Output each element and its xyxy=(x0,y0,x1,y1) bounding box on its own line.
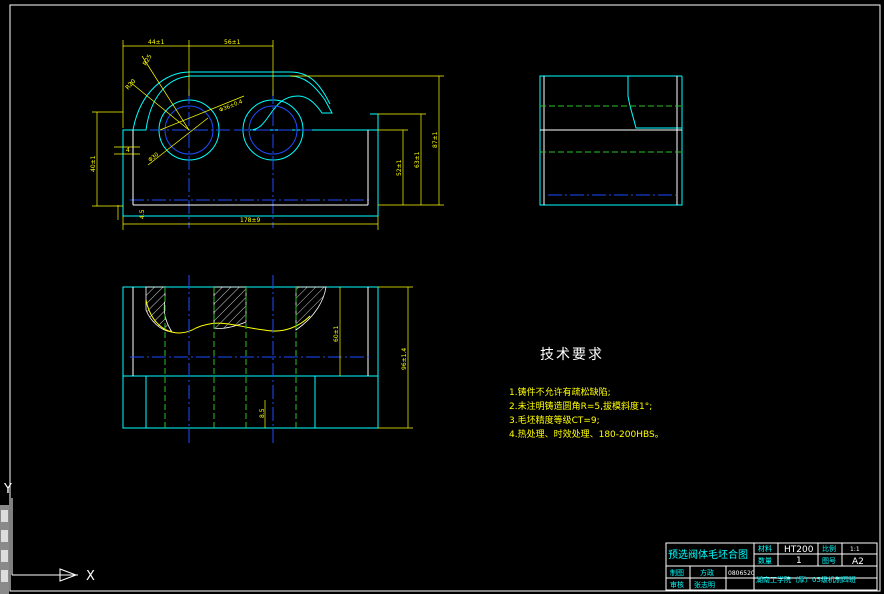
dim-section-8-5: 8.5 xyxy=(259,408,266,418)
dim-step-4-5: 4.5 xyxy=(139,209,146,219)
ucs-y-label: Y xyxy=(3,482,12,497)
dim-mid-height: 63±1 xyxy=(414,151,421,168)
front-view-dimensions: 44±1 56±1 R25 R20 Φ36±0.4 Φ30 40±1 4 4.5… xyxy=(90,39,444,230)
scale-value: 1:1 xyxy=(850,546,860,553)
cad-drawing-canvas[interactable]: 44±1 56±1 R25 R20 Φ36±0.4 Φ30 40±1 4 4.5… xyxy=(0,0,884,594)
ucs-icon: Y X xyxy=(3,482,95,584)
drawn-name: 方政 xyxy=(700,568,714,577)
section-view: 60±1 96±1.4 8.5 xyxy=(122,275,413,444)
material-value: HT200 xyxy=(784,545,814,555)
check-name: 张志明 xyxy=(694,580,715,589)
dim-total-height: 87±1 xyxy=(432,131,439,148)
dim-radius-inner: R20 xyxy=(124,78,137,92)
drawn-number: 0806520 xyxy=(728,570,755,577)
dim-section-height: 60±1 xyxy=(333,325,340,342)
dim-radius-outer: R25 xyxy=(142,53,154,67)
material-label: 材料 xyxy=(758,544,772,553)
front-view xyxy=(122,71,379,228)
school-name: 湖南工学院（厚）05级机制四班 xyxy=(756,575,856,584)
sheet-label: 图号 xyxy=(822,557,836,565)
sheet-value: A2 xyxy=(852,557,864,567)
dim-total-length: 178±9 xyxy=(240,217,260,224)
qty-value: 1 xyxy=(796,556,802,566)
dim-left-height: 40±1 xyxy=(90,155,97,172)
dim-step-4: 4 xyxy=(126,147,130,154)
check-label: 审核 xyxy=(670,580,684,589)
drawn-label: 制图 xyxy=(670,568,684,577)
dim-width-left: 44±1 xyxy=(148,39,165,46)
tech-item-2: 2.未注明铸造圆角R=5,拔模斜度1°; xyxy=(509,400,652,412)
tech-item-3: 3.毛坯精度等级CT=9; xyxy=(509,414,600,426)
tech-item-4: 4.热处理、时效处理、180-200HBS。 xyxy=(509,428,664,440)
tech-item-1: 1.铸件不允许有疏松缺陷; xyxy=(509,386,611,398)
qty-label: 数量 xyxy=(758,556,772,565)
ucs-x-label: X xyxy=(86,569,95,584)
dim-body-height: 52±1 xyxy=(396,159,403,176)
scale-label: 比例 xyxy=(822,544,836,553)
tech-heading: 技术要求 xyxy=(540,347,604,363)
drawing-frame xyxy=(9,4,881,592)
side-view xyxy=(539,75,683,206)
technical-requirements: 技术要求 1.铸件不允许有疏松缺陷; 2.未注明铸造圆角R=5,拔模斜度1°; … xyxy=(509,347,664,440)
title-block: 预选阀体毛坯合图 材料 HT200 比例 1:1 数量 1 图号 A2 制图 方… xyxy=(665,542,878,591)
dim-hole-spacing: 56±1 xyxy=(224,39,241,46)
dim-bore-diameter: Φ30 xyxy=(148,152,161,164)
window-edge-strip xyxy=(0,505,9,594)
drawing-name: 预选阀体毛坯合图 xyxy=(668,548,748,561)
dim-section-total: 96±1.4 xyxy=(401,348,408,370)
